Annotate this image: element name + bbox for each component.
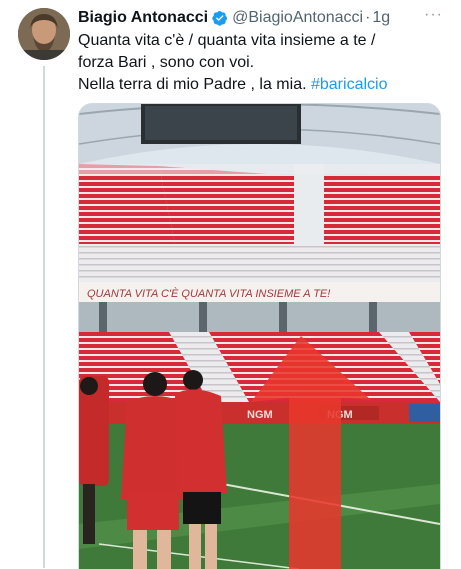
separator: ·: [365, 9, 371, 26]
author-handle[interactable]: @BiagioAntonacci: [232, 9, 363, 27]
avatar-image: [18, 8, 70, 60]
tweet-text: Quanta vita c'è / quanta vita insieme a …: [78, 30, 448, 96]
tweet-line: Nella terra di mio Padre , la mia. #bari…: [78, 76, 388, 93]
tweet-line: forza Bari , sono con voi.: [78, 54, 255, 71]
more-options-icon[interactable]: ···: [424, 6, 443, 24]
stadium-photo: QUANTA VITA C'È QUANTA VITA INSIEME A TE…: [79, 104, 440, 569]
tweet-line: Quanta vita c'è / quanta vita insieme a …: [78, 32, 376, 49]
ad-board-text: NGM: [247, 409, 273, 421]
verified-badge-icon: [212, 10, 228, 26]
thread-line: [43, 66, 45, 568]
stadium-banner-text: QUANTA VITA C'È QUANTA VITA INSIEME A TE…: [87, 287, 330, 300]
tweet-photo[interactable]: QUANTA VITA C'È QUANTA VITA INSIEME A TE…: [78, 103, 441, 569]
tweet-timestamp[interactable]: 1g: [372, 9, 390, 27]
author-name[interactable]: Biagio Antonacci: [78, 9, 208, 27]
avatar[interactable]: [18, 8, 70, 60]
tweet-header: Biagio Antonacci @BiagioAntonacci · 1g: [78, 8, 451, 28]
hashtag-link[interactable]: #baricalcio: [311, 76, 387, 93]
